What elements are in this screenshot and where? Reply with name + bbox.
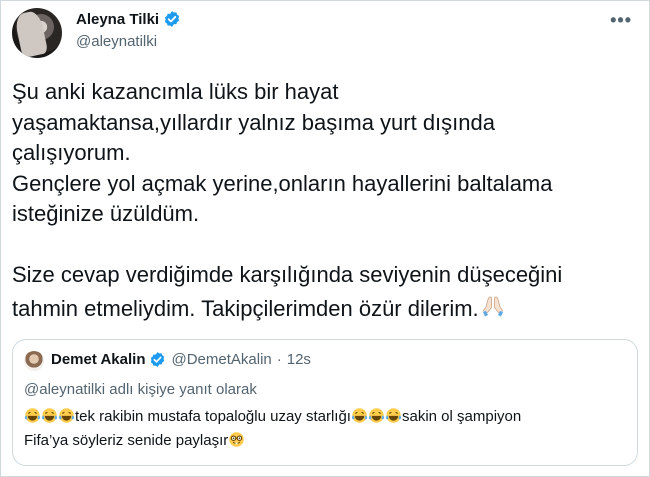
quoted-text: tek rakibin mustafa topaloğlu uzay starl… xyxy=(24,405,624,453)
verified-badge-icon xyxy=(164,11,180,27)
quoted-display-name: Demet Akalin xyxy=(51,351,146,368)
quoted-timestamp: 12s xyxy=(286,351,311,368)
author-name-row: Aleyna Tilki xyxy=(76,10,181,28)
quoted-reply-context: @aleynatilki adlı kişiye yanıt olarak xyxy=(24,381,257,398)
tweet-line: Şu anki kazancımla lüks bir hayat xyxy=(12,79,339,104)
author-handle[interactable]: @aleynatilki xyxy=(76,33,157,50)
tweet-text: Şu anki kazancımla lüks bir hayat yaşama… xyxy=(12,77,632,324)
nerd-face-emoji xyxy=(228,432,245,449)
tweet-line: çalışıyorum. xyxy=(12,140,131,165)
quoted-text-part: tek rakibin mustafa topaloğlu uzay starl… xyxy=(75,408,351,425)
quoted-text-part: sakin ol şampiyon xyxy=(401,408,522,425)
quoted-header: Demet Akalin @DemetAkalin · 12s xyxy=(51,351,311,368)
more-options-icon[interactable]: ••• xyxy=(610,10,632,31)
quoted-separator: · xyxy=(276,351,282,368)
author-avatar[interactable] xyxy=(12,8,62,58)
tweet-line: yaşamaktansa,yıllardır yalnız başıma yur… xyxy=(12,109,495,135)
folded-hands-emoji xyxy=(482,296,503,316)
quoted-text-part: Fifa’ya söyleriz senide paylaşır xyxy=(24,432,229,449)
tweet-line: Size cevap verdiğimde karşılığında seviy… xyxy=(12,262,563,287)
quoted-verified-badge-icon xyxy=(151,352,165,367)
quoted-tweet[interactable]: Demet Akalin @DemetAkalin · 12s @aleynat… xyxy=(12,339,638,466)
author-display-name[interactable]: Aleyna Tilki xyxy=(76,11,159,28)
tweet-line: tahmin etmeliydim. Takipçilerimden özür … xyxy=(12,295,479,321)
laughing-tears-emoji xyxy=(24,408,75,425)
laughing-tears-emoji xyxy=(351,408,402,425)
quoted-author-avatar xyxy=(24,351,44,371)
tweet-line: Gençlere yol açmak yerine,onların hayall… xyxy=(12,170,553,196)
tweet-line: isteğinize üzüldüm. xyxy=(12,201,200,226)
quoted-handle: @DemetAkalin xyxy=(171,351,272,368)
